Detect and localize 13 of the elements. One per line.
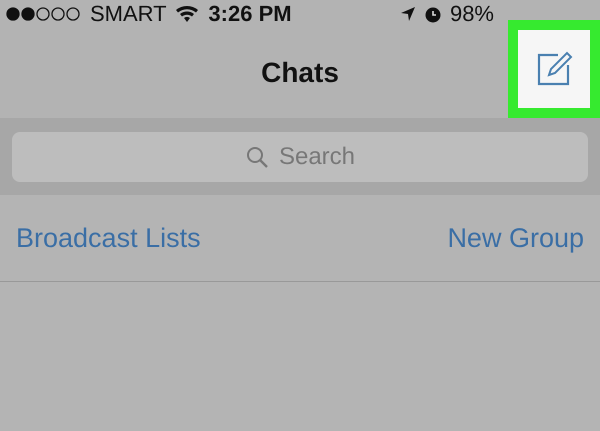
location-arrow-icon	[400, 6, 416, 22]
search-field[interactable]: Search	[12, 132, 588, 182]
battery-percent: 98%	[450, 1, 494, 27]
signal-icon	[6, 7, 82, 21]
clock-time: 3:26 PM	[208, 1, 292, 27]
alarm-clock-icon	[424, 5, 442, 23]
compose-button[interactable]	[508, 20, 600, 118]
screen-title: Chats	[261, 57, 339, 89]
link[interactable]: Broadcast Lists	[16, 222, 201, 254]
wifi-icon	[174, 5, 199, 23]
search-icon	[244, 144, 269, 168]
link[interactable]: New Group	[447, 222, 584, 254]
carrier-name: SMART	[90, 1, 167, 27]
